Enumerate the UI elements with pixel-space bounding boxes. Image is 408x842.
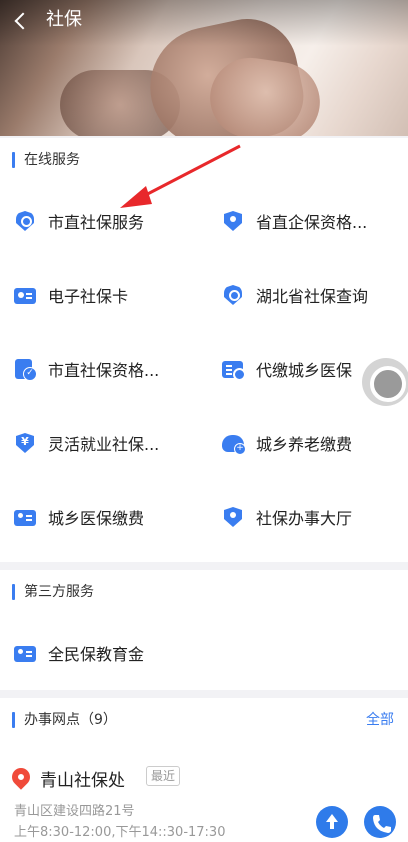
shield-person-icon	[222, 506, 244, 528]
service-item-education-fund[interactable]: 全民保教育金	[0, 616, 200, 690]
service-item-pension-payment[interactable]: 城乡养老缴费	[208, 406, 408, 480]
section-header: 办事网点（9） 全部	[0, 698, 408, 744]
floating-assistive-button[interactable]	[362, 358, 408, 406]
service-item-e-card[interactable]: 电子社保卡	[0, 258, 200, 332]
id-card-icon	[14, 642, 36, 664]
shield-search-icon	[14, 210, 36, 232]
call-button[interactable]	[364, 806, 396, 838]
service-item-flexible-employment[interactable]: ¥ 灵活就业社保...	[0, 406, 200, 480]
shield-yen-icon: ¥	[14, 432, 36, 454]
service-item-shengzhi-qibao[interactable]: 省直企保资格...	[208, 184, 408, 258]
service-item-shizhi-shebao[interactable]: 市直社保服务	[0, 184, 200, 258]
section-title: 办事网点（9）	[24, 712, 117, 728]
phone-icon	[373, 815, 391, 833]
section-title: 在线服务	[24, 152, 80, 168]
card-icon	[14, 284, 36, 306]
service-label: 湖北省社保查询	[256, 287, 369, 306]
id-card-icon	[14, 506, 36, 528]
shield-person-icon	[222, 210, 244, 232]
navigate-icon	[326, 814, 338, 829]
back-arrow-icon[interactable]	[12, 10, 34, 32]
section-accent-bar	[12, 712, 15, 728]
navigate-button[interactable]	[316, 806, 348, 838]
service-item-service-hall[interactable]: 社保办事大厅	[208, 480, 408, 554]
service-label: 电子社保卡	[48, 287, 129, 306]
section-accent-bar	[12, 152, 15, 168]
service-label: 城乡养老缴费	[256, 435, 353, 454]
service-label: 市直社保服务	[48, 213, 145, 232]
section-accent-bar	[12, 584, 15, 600]
service-label: 代缴城乡医保	[256, 361, 353, 380]
page-title: 社保	[46, 9, 82, 30]
shield-search-icon	[222, 284, 244, 306]
section-header: 第三方服务	[0, 570, 408, 616]
third-party-services-section: 第三方服务 全民保教育金	[0, 570, 408, 690]
view-all-link[interactable]: 全部	[366, 710, 394, 730]
header-banner: 社保	[0, 0, 408, 136]
section-header: 在线服务	[0, 138, 408, 184]
document-check-icon	[14, 358, 37, 381]
section-title: 第三方服务	[24, 584, 94, 600]
service-item-hubei-query[interactable]: 湖北省社保查询	[208, 258, 408, 332]
cloud-plus-icon	[222, 432, 246, 455]
service-item-medical-payment[interactable]: 城乡医保缴费	[0, 480, 200, 554]
office-list-item[interactable]: 青山社保处 最近 青山区建设四路21号 上午8:30-12:00,下午14::3…	[0, 742, 408, 842]
office-hours: 上午8:30-12:00,下午14::30-17:30	[14, 825, 226, 840]
location-pin-icon	[8, 764, 34, 790]
nearest-badge: 最近	[146, 766, 181, 786]
service-label: 市直社保资格...	[48, 361, 160, 380]
service-label: 城乡医保缴费	[48, 509, 145, 528]
service-label: 全民保教育金	[48, 645, 145, 664]
offices-section: 办事网点（9） 全部	[0, 698, 408, 742]
office-name: 青山社保处	[40, 771, 125, 791]
service-label: 社保办事大厅	[256, 509, 353, 528]
service-item-shizhi-qualification[interactable]: 市直社保资格...	[0, 332, 200, 406]
list-card-icon	[222, 358, 246, 381]
office-address: 青山区建设四路21号	[14, 804, 135, 819]
service-label: 灵活就业社保...	[48, 435, 160, 454]
online-services-section: 在线服务 市直社保服务 省直企保资格... 电子社保卡 湖北省社保查询 市直社保…	[0, 138, 408, 562]
service-label: 省直企保资格...	[256, 213, 368, 232]
